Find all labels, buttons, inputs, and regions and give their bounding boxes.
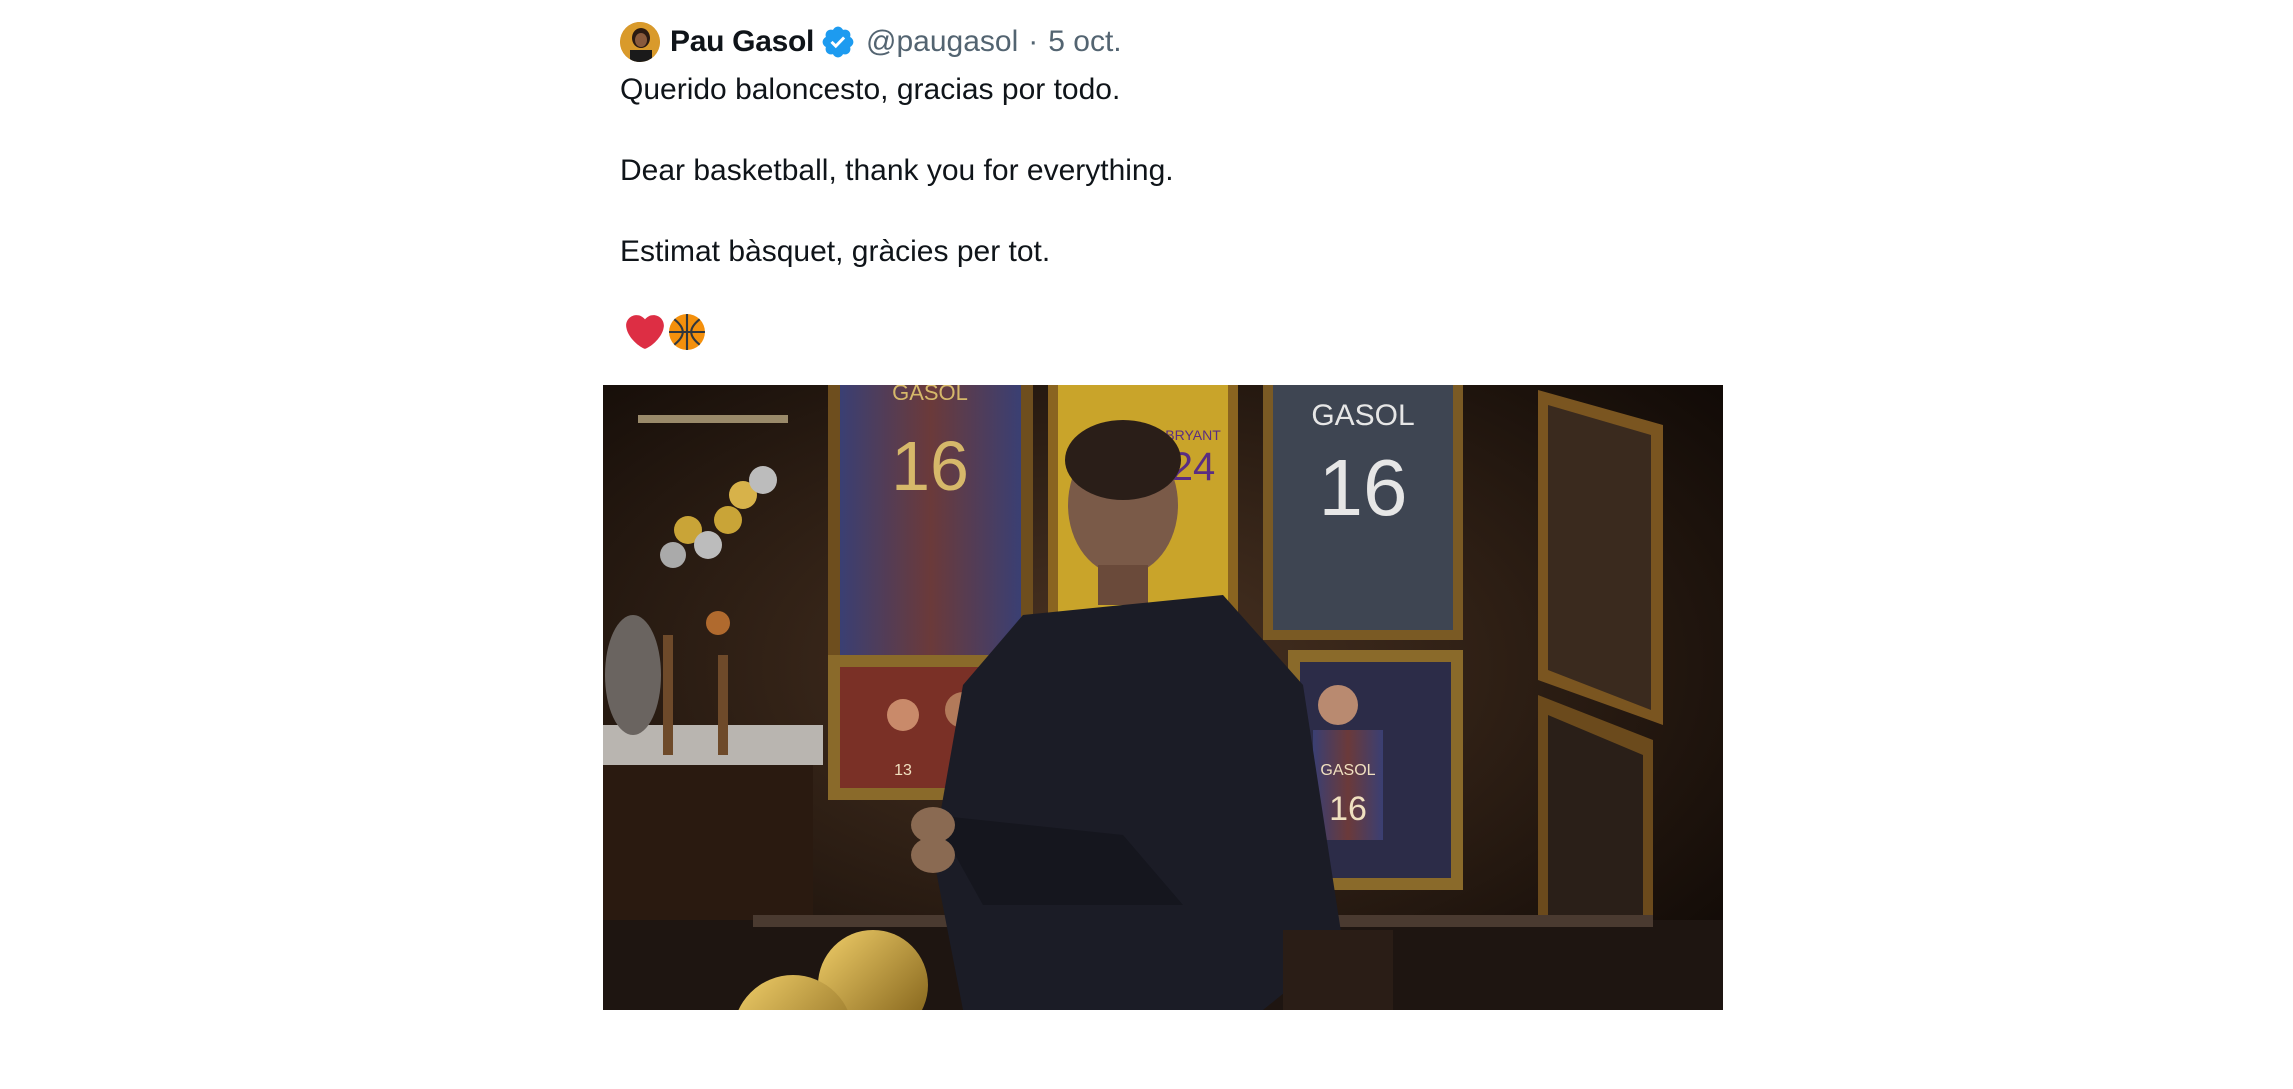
jersey-number: 16 xyxy=(1319,443,1408,532)
tweet-text-line: Estimat bàsquet, gràcies per tot. xyxy=(620,235,1051,268)
author-display-name[interactable]: Pau Gasol xyxy=(670,25,814,59)
tweet-text-line: Dear basketball, thank you for everythin… xyxy=(620,154,1174,187)
jersey-number: 13 xyxy=(894,762,912,779)
jersey-name: GASOL xyxy=(1320,762,1375,779)
author-handle[interactable]: @paugasol xyxy=(866,25,1018,59)
tweet-date[interactable]: 5 oct. xyxy=(1048,25,1121,59)
jersey-number: 16 xyxy=(1329,790,1367,828)
tweet-emoji-row xyxy=(626,312,706,352)
tweet-text-line: Querido baloncesto, gracias por todo. xyxy=(620,73,1121,106)
verified-badge-icon xyxy=(822,26,854,58)
author-avatar[interactable] xyxy=(620,22,660,62)
tweet-header: Pau Gasol @paugasol · 5 oct. xyxy=(620,20,1122,64)
jersey-name: GASOL xyxy=(1311,399,1414,432)
tweet-card[interactable]: Pau Gasol @paugasol · 5 oct. Querido bal… xyxy=(0,0,2293,1089)
basketball-icon xyxy=(669,314,705,350)
tweet-media-photo[interactable]: 16 GASOL 24 BRYANT 16 GASOL 13 16 GASOL xyxy=(603,385,1723,1010)
jersey-number: 16 xyxy=(891,427,969,505)
header-separator: · xyxy=(1028,25,1039,58)
red-heart-icon xyxy=(626,315,664,349)
jersey-name: GASOL xyxy=(892,385,968,405)
